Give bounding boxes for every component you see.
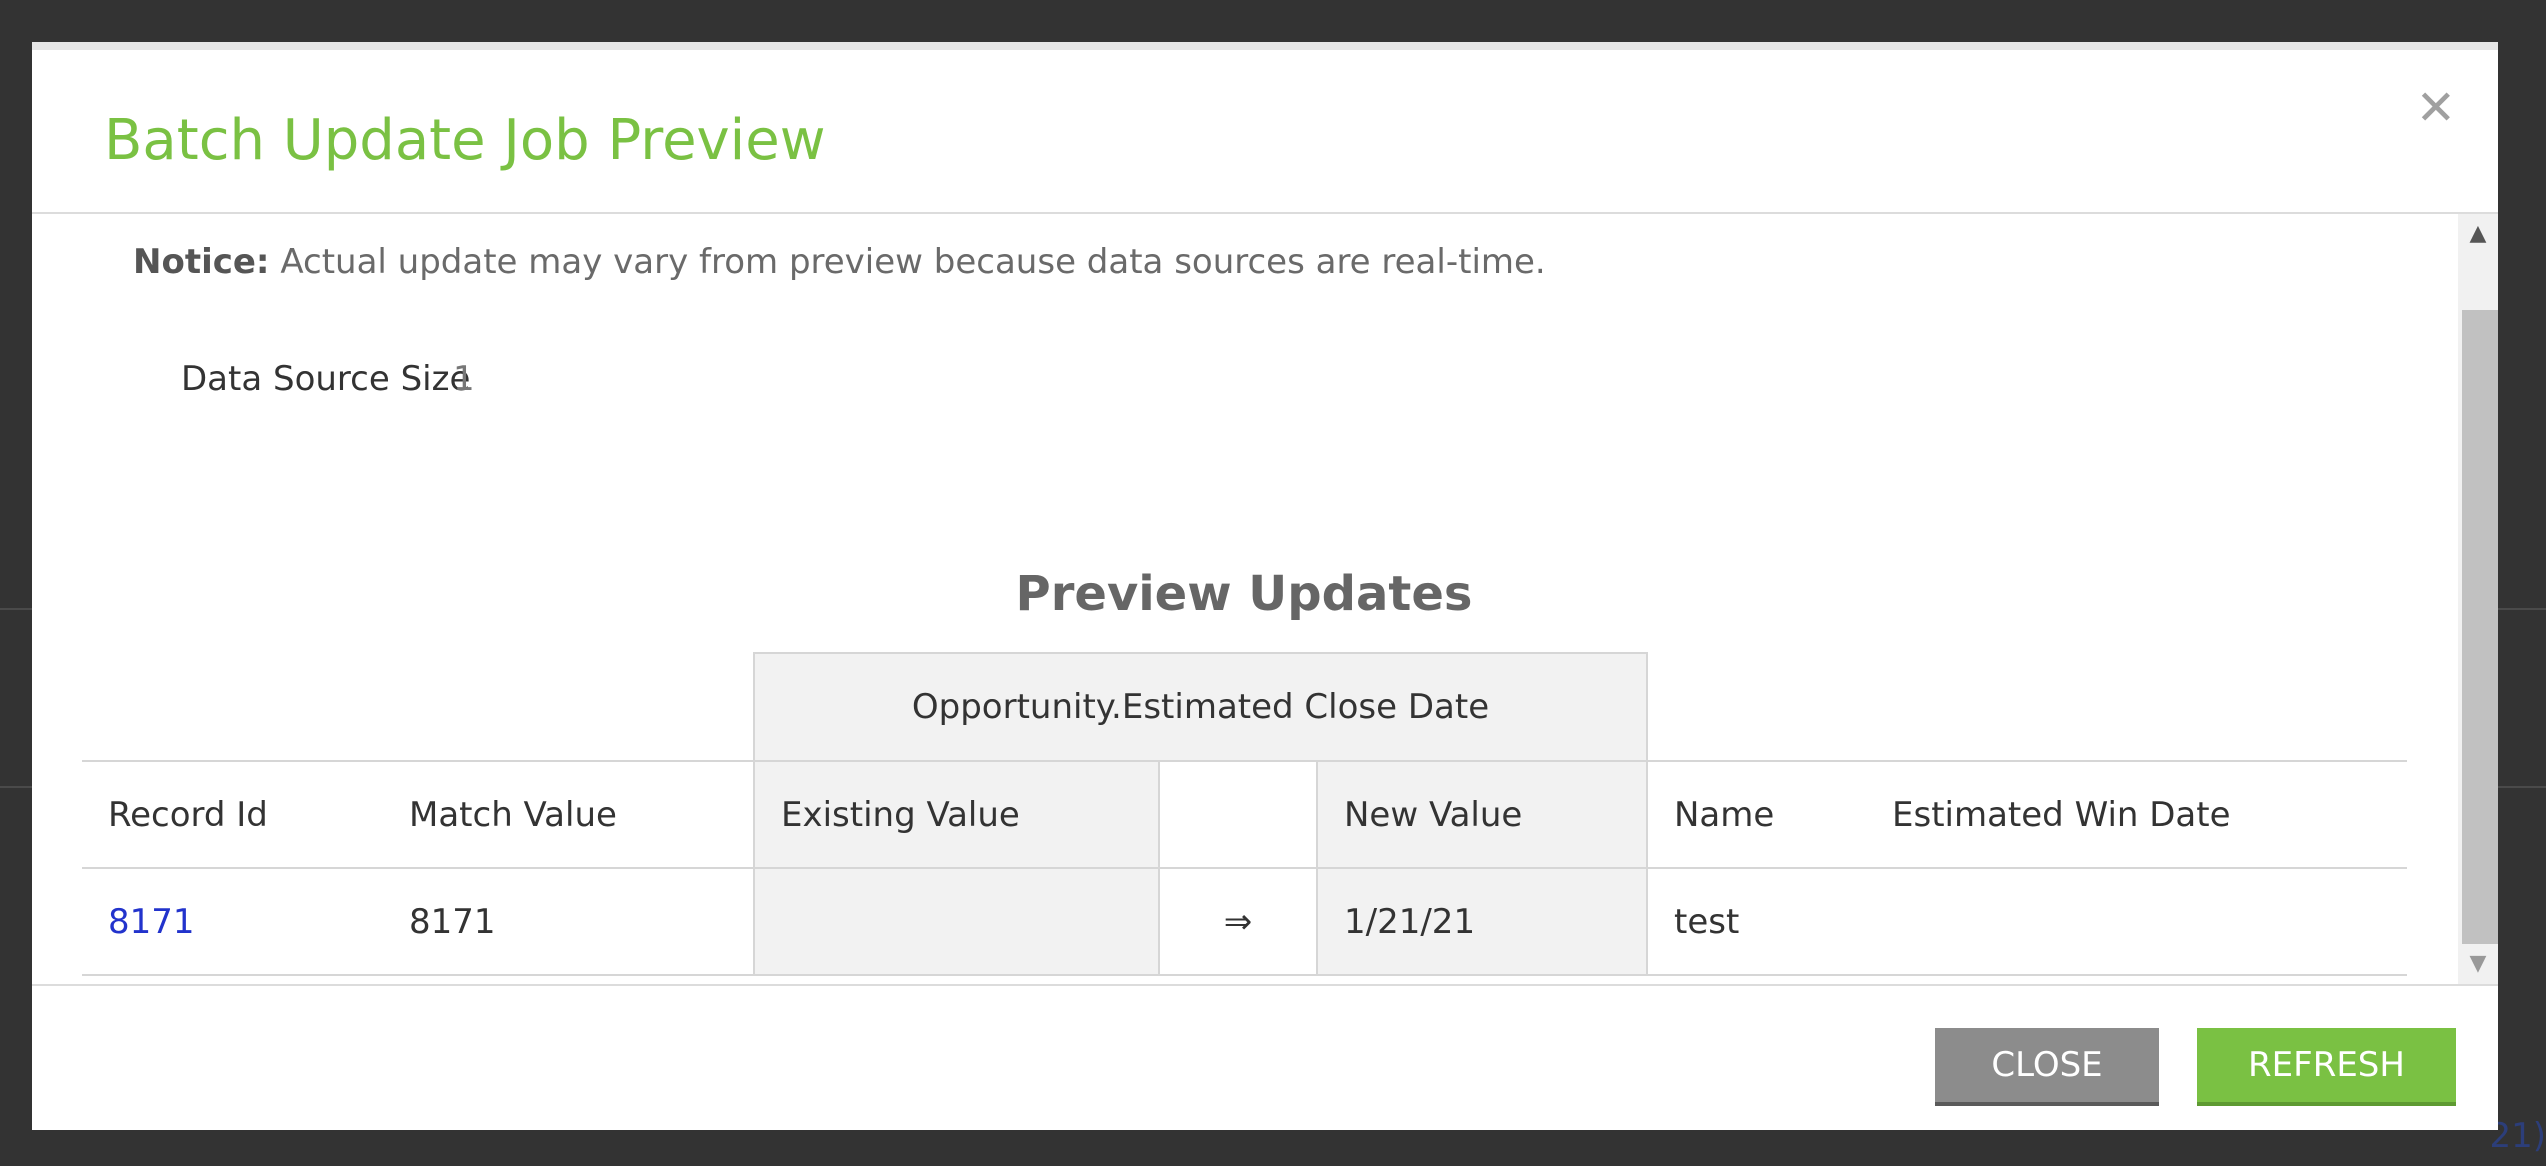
modal-title: Batch Update Job Preview <box>104 108 826 173</box>
match-value-cell: 8171 <box>383 867 754 976</box>
data-source-size-label: Data Source Size <box>181 359 471 399</box>
column-header-estimated-win-date: Estimated Win Date <box>1866 760 2407 868</box>
scroll-up-arrow-icon[interactable]: ▲ <box>2458 214 2498 254</box>
group-header-row: Opportunity.Estimated Close Date <box>82 652 2407 761</box>
modal-header: Batch Update Job Preview ✕ <box>32 50 2498 214</box>
modal-footer: CLOSE REFRESH <box>32 984 2498 1140</box>
column-header-row: Record Id Match Value Existing Value New… <box>82 760 2407 868</box>
update-arrow-icon: ⇒ <box>1159 867 1318 976</box>
column-header-record-id: Record Id <box>82 760 383 868</box>
batch-update-preview-modal: Batch Update Job Preview ✕ Notice: Actua… <box>32 42 2498 1130</box>
record-id-cell: 8171 <box>82 867 383 976</box>
empty-header-cell <box>1647 653 2407 761</box>
preview-updates-title: Preview Updates <box>1015 566 1473 622</box>
column-header-match-value: Match Value <box>383 760 754 868</box>
refresh-button[interactable]: REFRESH <box>2197 1028 2456 1106</box>
notice-label: Notice: <box>133 242 270 282</box>
column-header-name: Name <box>1647 760 1866 868</box>
scrollbar-thumb[interactable] <box>2462 310 2498 944</box>
empty-header-cell <box>82 653 754 761</box>
column-header-arrow <box>1159 760 1318 868</box>
table-row: 8171 8171 ⇒ 1/21/21 test <box>82 867 2407 976</box>
record-id-link[interactable]: 8171 <box>108 902 195 942</box>
group-header-estimated-close-date: Opportunity.Estimated Close Date <box>753 652 1648 761</box>
scroll-down-arrow-icon[interactable]: ▼ <box>2458 944 2498 984</box>
modal-body: Notice: Actual update may vary from prev… <box>32 214 2498 984</box>
estimated-win-date-cell <box>1866 867 2407 976</box>
notice-message: Actual update may vary from preview beca… <box>280 242 1546 282</box>
close-button[interactable]: CLOSE <box>1935 1028 2159 1106</box>
column-header-existing-value: Existing Value <box>753 760 1160 868</box>
data-source-size-value: 1 <box>453 359 475 399</box>
new-value-cell: 1/21/21 <box>1317 867 1648 976</box>
modal-scrollbar[interactable]: ▲ ▼ <box>2458 214 2498 984</box>
column-header-new-value: New Value <box>1317 760 1648 868</box>
notice-text: Notice: Actual update may vary from prev… <box>133 242 1546 282</box>
existing-value-cell <box>753 867 1160 976</box>
name-cell: test <box>1647 867 1866 976</box>
close-icon[interactable]: ✕ <box>2416 80 2456 136</box>
preview-updates-table: Opportunity.Estimated Close Date Record … <box>82 652 2407 976</box>
